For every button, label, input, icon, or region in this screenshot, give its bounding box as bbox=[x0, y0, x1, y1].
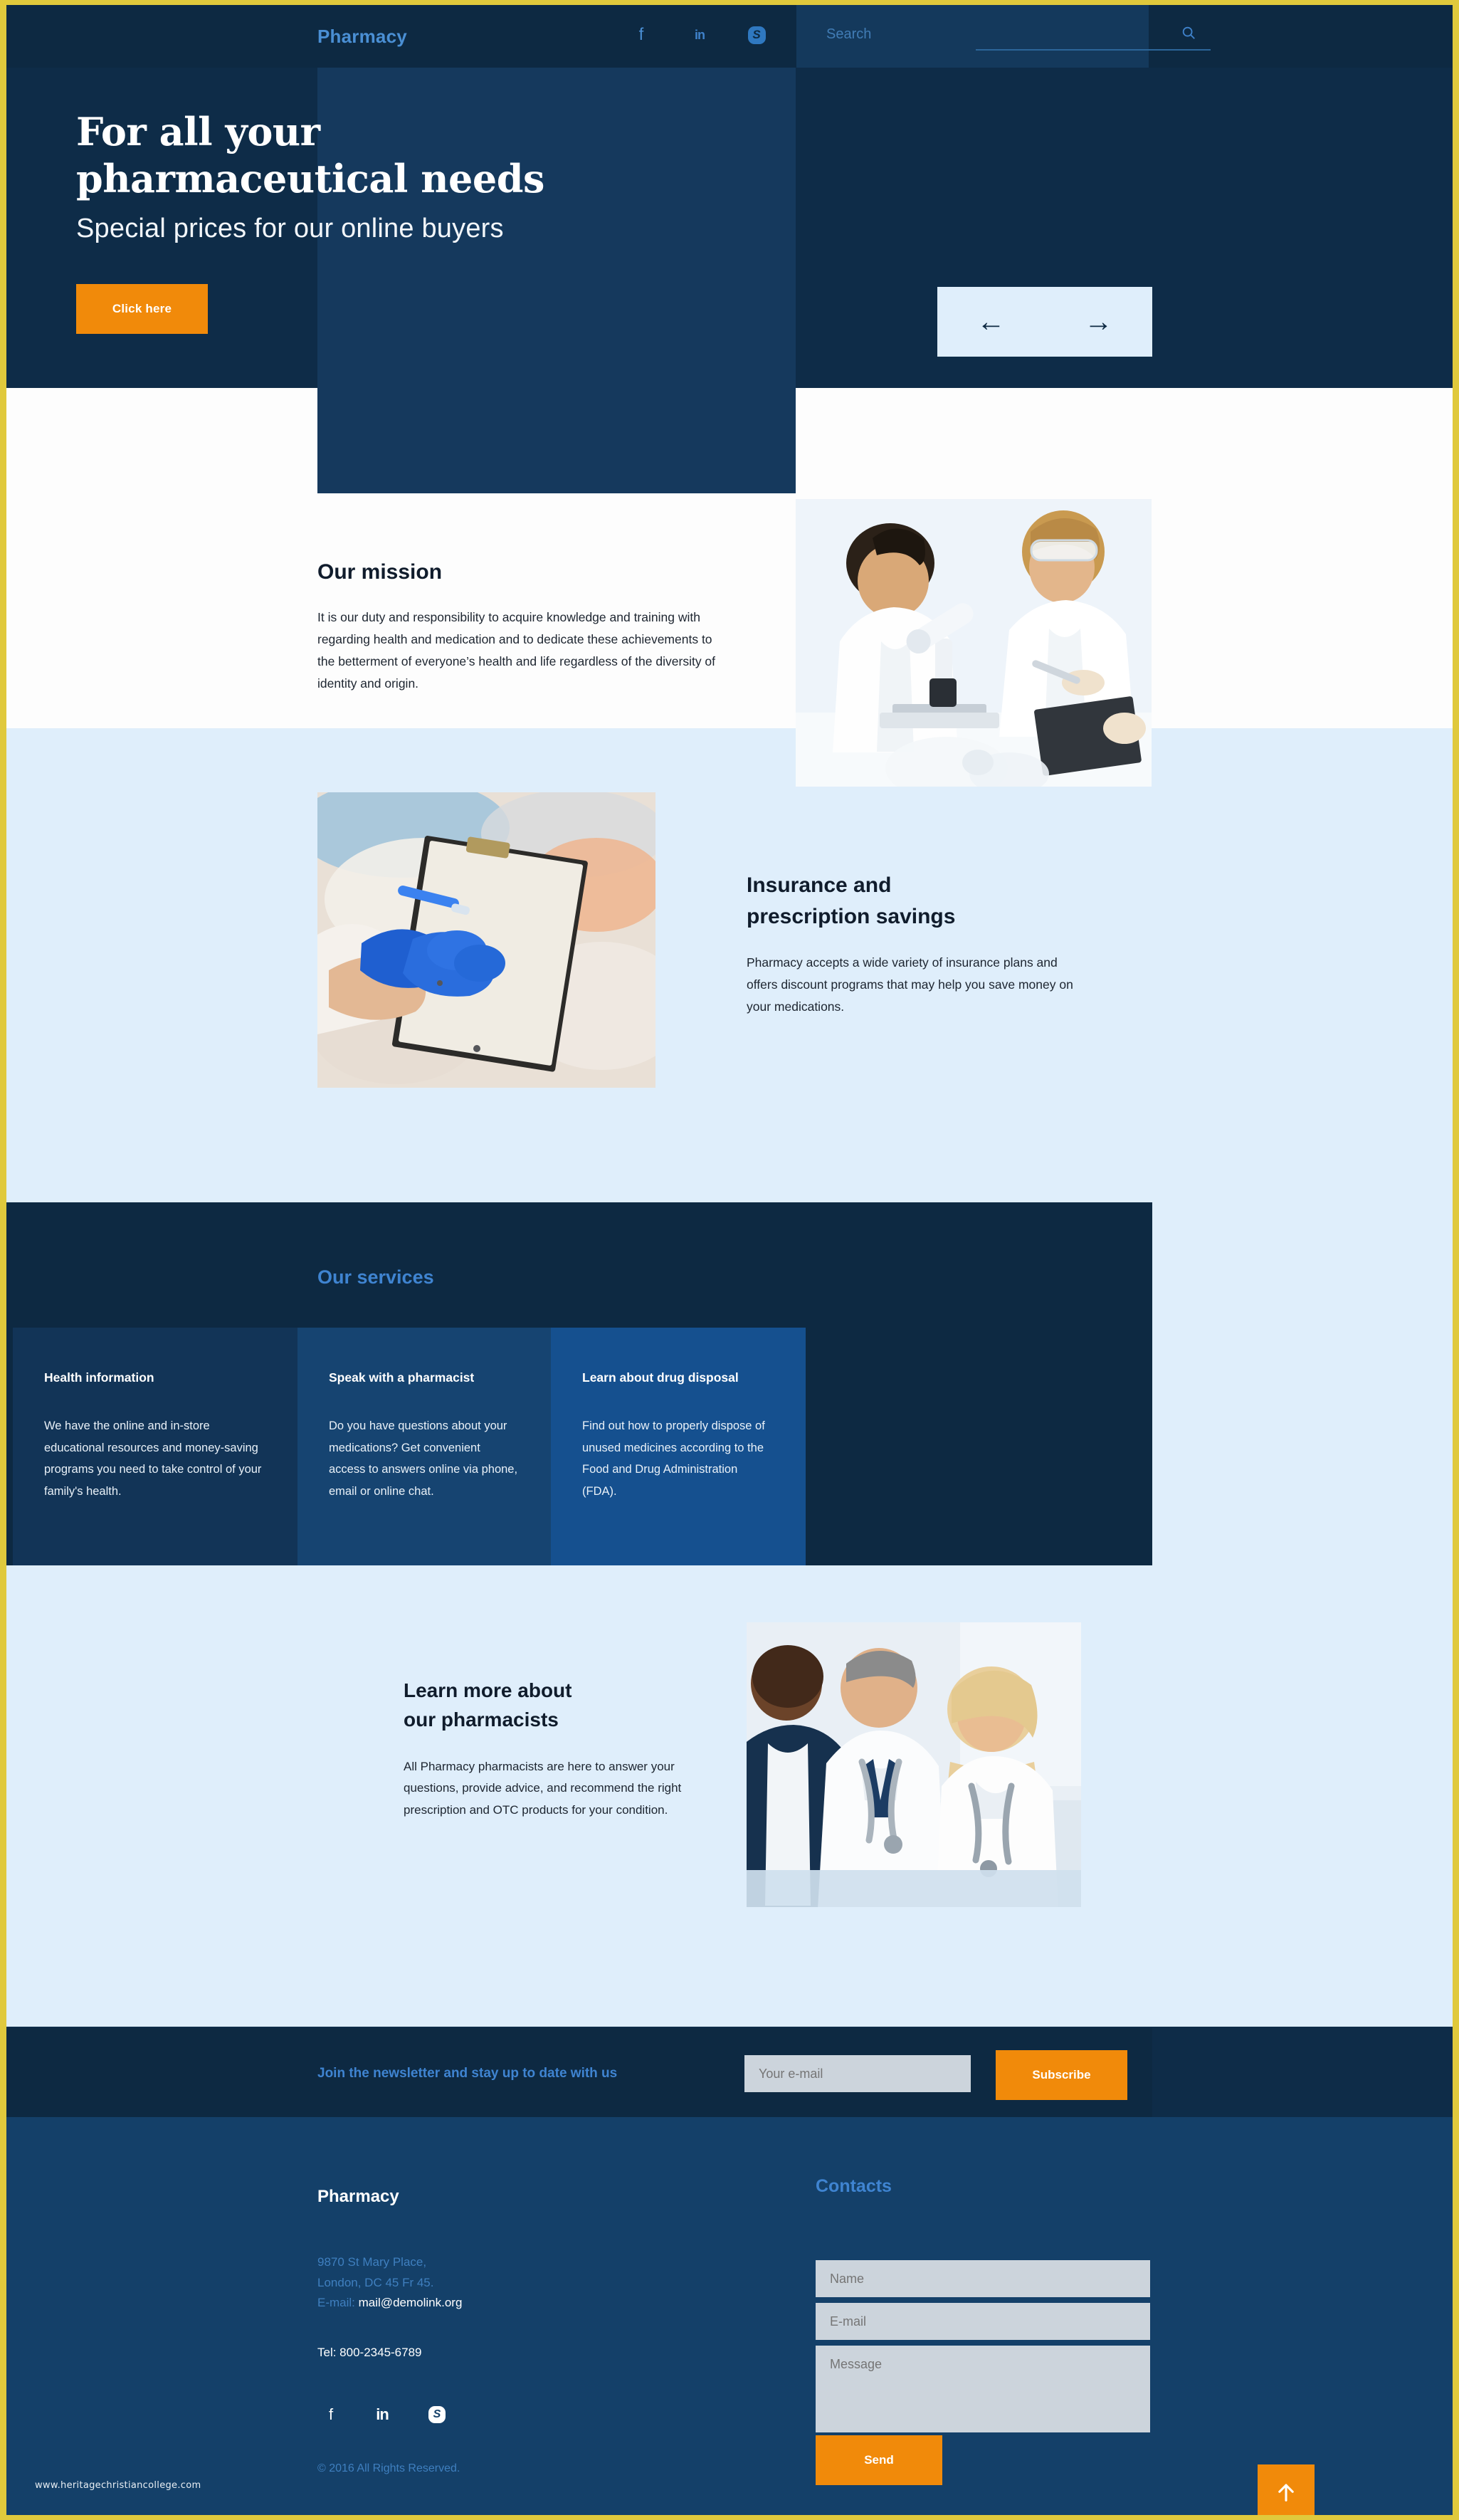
newsletter-subscribe-button[interactable]: Subscribe bbox=[996, 2050, 1127, 2100]
page-root: Pharmacy f in S Search For all your phar… bbox=[0, 0, 1459, 2520]
hero-title: For all your pharmaceutical needs bbox=[76, 109, 560, 203]
hero-cta-button[interactable]: Click here bbox=[76, 284, 208, 334]
footer-facebook-icon[interactable]: f bbox=[318, 2403, 344, 2427]
contact-message-textarea[interactable] bbox=[816, 2346, 1150, 2432]
service-card-1-heading: Speak with a pharmacist bbox=[329, 1370, 475, 1385]
footer-facebook-glyph: f bbox=[328, 2405, 334, 2423]
scroll-to-top-button[interactable] bbox=[1258, 2464, 1315, 2515]
pharmacists-image bbox=[747, 1622, 1081, 1907]
insurance-title: Insurance and prescription savings bbox=[747, 870, 1117, 932]
services-title: Our services bbox=[317, 1266, 434, 1288]
page-inner: Pharmacy f in S Search For all your phar… bbox=[6, 5, 1453, 2515]
service-card-filler bbox=[806, 1328, 1152, 1565]
arrow-up-icon bbox=[1278, 2484, 1294, 2501]
service-card-0-body: We have the online and in-store educatio… bbox=[44, 1419, 262, 1498]
footer-copyright: © 2016 All Rights Reserved. bbox=[317, 2462, 460, 2474]
footer-email-label: E-mail: bbox=[317, 2296, 355, 2310]
pharmacists-text: All Pharmacy pharmacists are here to ans… bbox=[404, 1760, 682, 1817]
insurance-title-line-2: prescription savings bbox=[747, 904, 956, 928]
search-label: Search bbox=[826, 26, 872, 42]
facebook-icon[interactable]: f bbox=[628, 22, 655, 48]
linkedin-icon[interactable]: in bbox=[686, 22, 713, 48]
footer-linkedin-icon[interactable]: in bbox=[369, 2403, 395, 2427]
skype-glyph: S bbox=[747, 26, 766, 44]
mission-title: Our mission bbox=[317, 560, 443, 584]
mission-text: It is our duty and responsibility to acq… bbox=[317, 610, 716, 691]
footer-logo: Pharmacy bbox=[317, 2187, 399, 2206]
site-footer bbox=[6, 2117, 1453, 2515]
footer-social-links: f in S bbox=[314, 2403, 499, 2431]
hero-carousel-controls: ← → bbox=[937, 287, 1152, 357]
site-logo[interactable]: Pharmacy bbox=[317, 26, 407, 48]
newsletter-email-input[interactable] bbox=[744, 2055, 971, 2092]
footer-address-line-1: 9870 St Mary Place, bbox=[317, 2255, 427, 2269]
service-card-1[interactable]: Speak with a pharmacist Do you have ques… bbox=[297, 1328, 551, 1565]
hero-title-line-2: pharmaceutical needs bbox=[76, 155, 544, 201]
pharmacists-title: Learn more about our pharmacists bbox=[404, 1676, 702, 1734]
services-card-row: Health information We have the online an… bbox=[13, 1328, 1152, 1565]
insurance-title-line-1: Insurance and bbox=[747, 873, 892, 897]
footer-linkedin-glyph: in bbox=[376, 2405, 389, 2423]
contact-send-button[interactable]: Send bbox=[816, 2435, 942, 2485]
footer-email-row: E-mail: mail@demolink.org bbox=[317, 2293, 462, 2314]
contacts-title: Contacts bbox=[816, 2176, 892, 2196]
service-card-1-body: Do you have questions about your medicat… bbox=[329, 1419, 518, 1498]
service-card-2[interactable]: Learn about drug disposal Find out how t… bbox=[551, 1328, 806, 1565]
insurance-image bbox=[317, 792, 655, 1088]
mission-image bbox=[796, 499, 1152, 787]
service-card-0-heading: Health information bbox=[44, 1370, 154, 1385]
newsletter-text: Join the newsletter and stay up to date … bbox=[317, 2066, 618, 2081]
linkedin-glyph: in bbox=[695, 27, 705, 42]
footer-address: 9870 St Mary Place, London, DC 45 Fr 45.… bbox=[317, 2252, 462, 2314]
footer-telephone: Tel: 800-2345-6789 bbox=[317, 2346, 422, 2359]
search-container: Search bbox=[796, 5, 1211, 68]
pharmacists-title-line-1: Learn more about bbox=[404, 1679, 572, 1701]
search-input[interactable] bbox=[976, 23, 1211, 51]
footer-email-link[interactable]: mail@demolink.org bbox=[359, 2296, 463, 2309]
carousel-next-arrow-icon[interactable]: → bbox=[1085, 308, 1113, 336]
service-card-0[interactable]: Health information We have the online an… bbox=[13, 1328, 297, 1565]
search-icon[interactable] bbox=[1181, 25, 1196, 45]
hero-title-line-1: For all your bbox=[76, 109, 320, 154]
contact-name-input[interactable] bbox=[816, 2260, 1150, 2297]
carousel-prev-arrow-icon[interactable]: ← bbox=[977, 308, 1006, 336]
service-card-2-heading: Learn about drug disposal bbox=[582, 1370, 739, 1385]
pharmacists-title-line-2: our pharmacists bbox=[404, 1708, 559, 1731]
insurance-text: Pharmacy accepts a wide variety of insur… bbox=[747, 955, 1073, 1014]
footer-skype-icon[interactable]: S bbox=[424, 2403, 450, 2427]
footer-address-line-2: London, DC 45 Fr 45. bbox=[317, 2275, 434, 2289]
watermark-text: www.heritagechristiancollege.com bbox=[35, 2480, 201, 2491]
facebook-glyph: f bbox=[638, 25, 644, 44]
skype-icon[interactable]: S bbox=[743, 22, 770, 48]
hero-subtitle: Special prices for our online buyers bbox=[76, 214, 504, 243]
footer-skype-glyph: S bbox=[428, 2406, 446, 2423]
service-card-2-body: Find out how to properly dispose of unus… bbox=[582, 1419, 765, 1498]
contact-email-input[interactable] bbox=[816, 2303, 1150, 2340]
